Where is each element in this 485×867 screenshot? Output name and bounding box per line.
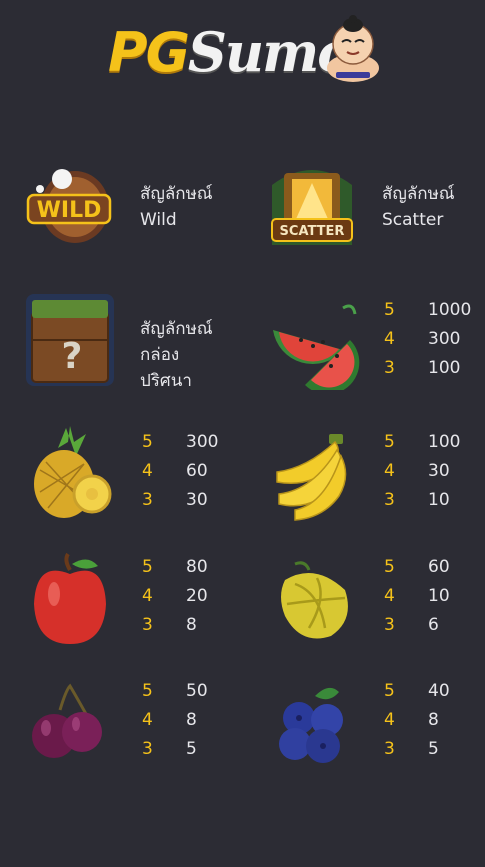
blueberry-paytable: 5 40 4 8 3 5 <box>384 677 484 764</box>
pay-count: 4 <box>384 461 395 481</box>
mystery-box-label-line1: สัญลักษณ์ <box>140 319 213 339</box>
pay-count: 4 <box>384 329 395 349</box>
pay-count: 4 <box>142 710 153 730</box>
starfruit-icon <box>281 561 348 639</box>
svg-text:SCATTER: SCATTER <box>280 224 345 239</box>
pay-value: 40 <box>428 681 450 701</box>
pay-count: 4 <box>142 461 153 481</box>
plum-paytable: 5 50 4 8 3 5 <box>142 677 242 764</box>
pay-count: 4 <box>384 710 395 730</box>
logo-brand: PG <box>108 21 190 84</box>
pay-count: 5 <box>384 557 395 577</box>
pay-value: 8 <box>186 710 197 730</box>
banana-icon <box>276 434 347 521</box>
pay-count: 5 <box>384 432 395 452</box>
watermelon-paytable: 5 1000 4 300 3 100 <box>384 296 484 383</box>
pay-value: 8 <box>186 615 197 635</box>
pay-count: 5 <box>384 681 395 701</box>
pay-value: 20 <box>186 586 208 606</box>
pay-count: 3 <box>142 615 153 635</box>
svg-text:?: ? <box>62 336 83 377</box>
pay-value: 300 <box>428 329 461 349</box>
pay-value: 8 <box>428 710 439 730</box>
pay-value: 60 <box>428 557 450 577</box>
pay-value: 10 <box>428 490 450 510</box>
pay-value: 100 <box>428 432 461 452</box>
apple-icon <box>34 552 106 644</box>
pay-count: 3 <box>384 490 395 510</box>
pay-value: 100 <box>428 358 461 378</box>
banana-paytable: 5 100 4 30 3 10 <box>384 428 484 515</box>
scatter-label-line1: สัญลักษณ์ <box>382 184 455 204</box>
pay-count: 4 <box>142 586 153 606</box>
wild-label-line1: สัญลักษณ์ <box>140 184 213 204</box>
pay-value: 1000 <box>428 300 472 320</box>
pay-count: 5 <box>142 432 153 452</box>
watermelon-icon <box>273 304 360 390</box>
game-logo: PGSumo <box>108 21 353 84</box>
pay-value: 10 <box>428 586 450 606</box>
blueberry-icon <box>279 687 343 763</box>
apple-paytable: 5 80 4 20 3 8 <box>142 553 242 640</box>
pay-value: 50 <box>186 681 208 701</box>
pay-count: 3 <box>384 739 395 759</box>
pineapple-paytable: 5 300 4 60 3 30 <box>142 428 242 515</box>
pay-count: 3 <box>384 615 395 635</box>
scatter-label-line2: Scatter <box>382 210 444 230</box>
pay-value: 30 <box>428 461 450 481</box>
pay-count: 3 <box>142 490 153 510</box>
pay-count: 5 <box>384 300 395 320</box>
mystery-box-label-line2: กล่องปริศนา <box>140 345 192 391</box>
svg-text:WILD: WILD <box>37 198 102 223</box>
pineapple-icon <box>34 426 112 518</box>
scatter-icon: SCATTER <box>271 170 353 245</box>
pay-count: 5 <box>142 681 153 701</box>
starfruit-paytable: 5 60 4 10 3 6 <box>384 553 484 640</box>
pay-count: 5 <box>142 557 153 577</box>
mystery-box-icon: ? <box>26 294 114 386</box>
pay-value: 5 <box>428 739 439 759</box>
pay-count: 3 <box>142 739 153 759</box>
header: PGSumo <box>0 8 485 88</box>
wild-label-line2: Wild <box>140 210 177 230</box>
pay-value: 6 <box>428 615 439 635</box>
wild-icon: WILD <box>26 169 112 243</box>
pay-value: 60 <box>186 461 208 481</box>
pay-count: 4 <box>384 586 395 606</box>
pay-value: 80 <box>186 557 208 577</box>
pay-value: 5 <box>186 739 197 759</box>
sumo-mascot-icon <box>327 15 379 82</box>
plum-icon <box>32 683 102 758</box>
pay-value: 300 <box>186 432 219 452</box>
pay-value: 30 <box>186 490 208 510</box>
pay-count: 3 <box>384 358 395 378</box>
